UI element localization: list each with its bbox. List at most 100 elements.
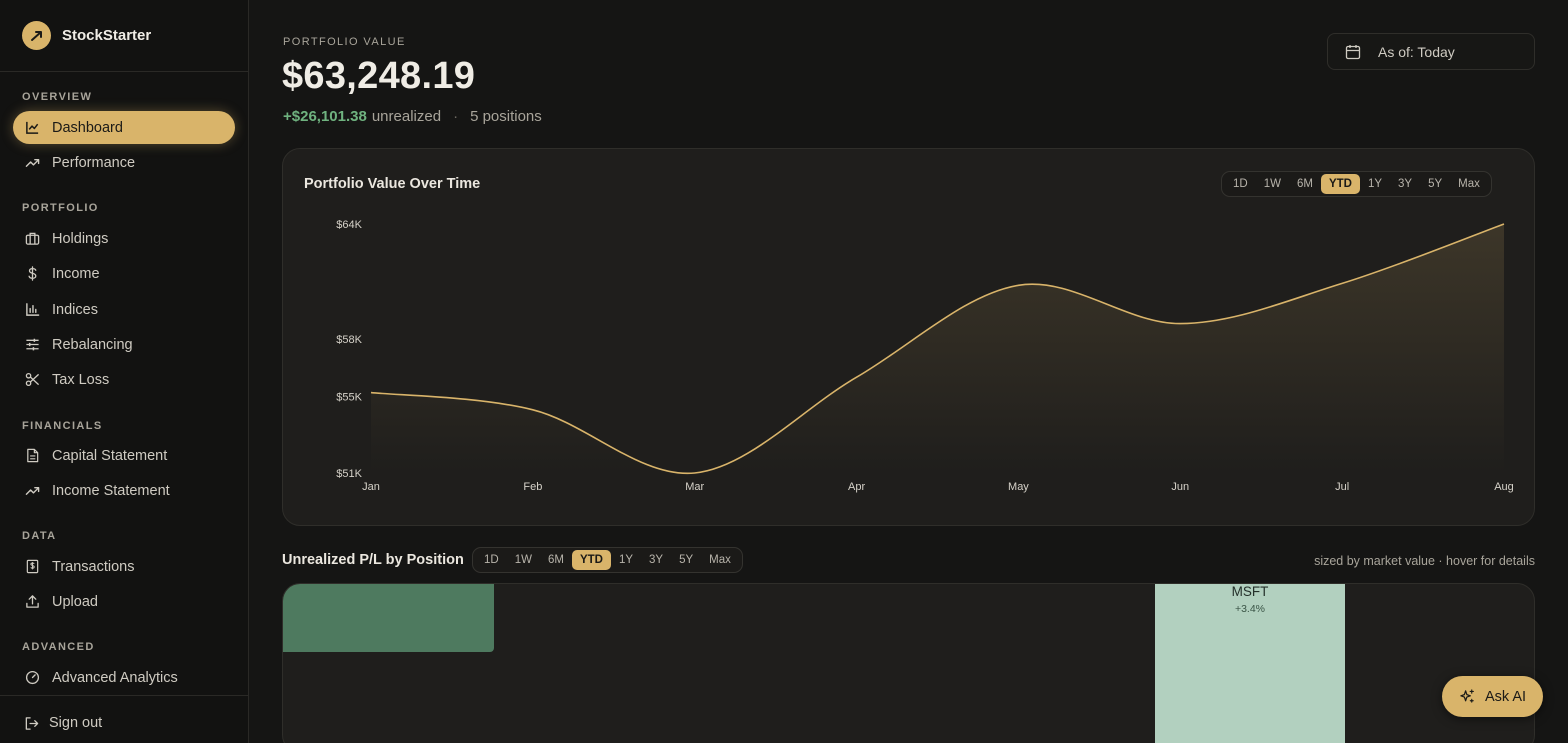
pl-section-title: Unrealized P/L by Position <box>282 552 464 568</box>
trending-up-icon <box>24 483 40 499</box>
x-tick-label: Aug <box>1494 481 1514 493</box>
pl-range-button-6m[interactable]: 6M <box>540 550 572 570</box>
tile-change: +3.4% <box>1234 603 1266 615</box>
sidebar: StockStarter OVERVIEW Dashboard Performa… <box>0 0 249 743</box>
chart-point-jul[interactable] <box>1336 277 1348 289</box>
pl-range-button-max[interactable]: Max <box>701 550 739 570</box>
main-content: PORTFOLIO VALUE $63,248.19 +$26,101.38 u… <box>249 0 1568 743</box>
sidebar-item-rebalancing[interactable]: Rebalancing <box>13 328 235 361</box>
y-tick-label: $58K <box>336 334 362 346</box>
positions-count: 5 positions <box>470 108 542 125</box>
sidebar-item-tax-loss[interactable]: Tax Loss <box>13 363 235 396</box>
x-tick-label: Mar <box>685 481 704 493</box>
sign-out-icon <box>24 716 39 731</box>
ask-ai-button[interactable]: Ask AI <box>1442 676 1543 717</box>
sidebar-footer: Sign out <box>0 695 248 743</box>
portfolio-value-chart[interactable]: $51K $55K $58K $64K Jan Feb Mar Apr May Jun Jul Aug <box>283 149 1536 527</box>
line-chart-icon <box>24 120 40 136</box>
x-tick-label: Jan <box>362 481 380 493</box>
as-of-label: As of: Today <box>1378 43 1455 60</box>
chart-area-fill <box>371 224 1504 474</box>
separator-dot: · <box>453 108 459 125</box>
sidebar-item-label: Income <box>52 265 100 282</box>
sparkles-icon <box>1459 688 1476 705</box>
sidebar-item-income-statement[interactable]: Income Statement <box>13 474 235 507</box>
sidebar-item-upload[interactable]: Upload <box>13 585 235 618</box>
pl-range-button-1d[interactable]: 1D <box>476 550 507 570</box>
pl-range-button-5y[interactable]: 5Y <box>671 550 701 570</box>
x-tick-label: Apr <box>848 481 865 493</box>
treemap-tile-msft[interactable]: MSFT +3.4% <box>1155 584 1345 743</box>
portfolio-value-chart-card: Portfolio Value Over Time 1D 1W 6M YTD 1Y 3Y 5… <box>282 148 1535 526</box>
pl-range-button-1w[interactable]: 1W <box>507 550 540 570</box>
sidebar-item-label: Income Statement <box>52 482 170 499</box>
sidebar-item-label: Tax Loss <box>52 371 110 388</box>
x-tick-label: May <box>1008 481 1029 493</box>
pl-range-selector: 1D 1W 6M YTD 1Y 3Y 5Y Max <box>472 547 743 573</box>
unrealized-gain: +$26,101.38 <box>283 108 367 125</box>
section-label-advanced: ADVANCED <box>22 641 95 653</box>
scissors-icon <box>24 372 40 388</box>
sidebar-item-label: Advanced Analytics <box>52 669 178 686</box>
bar-chart-icon <box>24 302 40 318</box>
sign-out-button[interactable]: Sign out <box>24 715 102 731</box>
sidebar-item-label: Transactions <box>52 558 135 575</box>
app-root: StockStarter OVERVIEW Dashboard Performa… <box>0 0 1568 743</box>
sidebar-item-holdings[interactable]: Holdings <box>13 222 235 255</box>
chart-point-may[interactable] <box>1012 279 1024 291</box>
y-tick-label: $64K <box>336 219 362 231</box>
brand[interactable]: StockStarter <box>0 0 248 72</box>
trending-up-icon <box>24 155 40 171</box>
treemap-note: sized by market value · hover for detail… <box>1314 554 1535 568</box>
tile-ticker: MSFT <box>1231 584 1269 599</box>
pl-range-button-ytd[interactable]: YTD <box>571 550 611 570</box>
sliders-icon <box>24 337 40 353</box>
chart-point-mar[interactable] <box>689 467 701 479</box>
sidebar-item-label: Capital Statement <box>52 447 168 464</box>
sidebar-item-dashboard[interactable]: Dashboard <box>13 111 235 144</box>
section-label-overview: OVERVIEW <box>22 91 93 103</box>
section-label-financials: FINANCIALS <box>22 420 103 432</box>
sidebar-item-capital-statement[interactable]: Capital Statement <box>13 439 235 472</box>
unrealized-label: unrealized <box>371 108 442 125</box>
sidebar-item-transactions[interactable]: Transactions <box>13 550 235 583</box>
sidebar-item-label: Rebalancing <box>52 336 133 353</box>
brand-name: StockStarter <box>62 27 152 44</box>
document-icon <box>24 448 40 464</box>
sidebar-item-label: Performance <box>52 154 136 171</box>
chart-point-feb[interactable] <box>527 404 539 416</box>
x-tick-label: Feb <box>523 481 542 493</box>
portfolio-summary: +$26,101.38 unrealized · 5 positions <box>283 108 542 125</box>
pl-treemap: MSFT +3.4% <box>282 583 1535 743</box>
x-tick-label: Jun <box>1171 481 1189 493</box>
chart-point-apr[interactable] <box>851 371 863 383</box>
y-tick-label: $55K <box>336 391 362 403</box>
sidebar-item-income[interactable]: Income <box>13 257 235 290</box>
chart-point-jan[interactable] <box>365 387 377 399</box>
pl-range-button-3y[interactable]: 3Y <box>641 550 671 570</box>
pl-range-button-1y[interactable]: 1Y <box>611 550 641 570</box>
trending-up-logo-icon <box>22 21 51 50</box>
gauge-icon <box>24 670 40 686</box>
chart-point-jun[interactable] <box>1174 318 1186 330</box>
section-label-data: DATA <box>22 530 57 542</box>
calendar-icon <box>1345 44 1361 60</box>
x-tick-label: Jul <box>1335 481 1349 493</box>
dollar-icon <box>24 266 40 282</box>
sidebar-item-label: Holdings <box>52 230 109 247</box>
ask-ai-label: Ask AI <box>1484 688 1527 705</box>
sidebar-item-advanced-analytics[interactable]: Advanced Analytics <box>13 661 235 694</box>
sidebar-item-label: Upload <box>52 593 98 610</box>
portfolio-value-label: PORTFOLIO VALUE <box>283 36 406 48</box>
section-label-portfolio: PORTFOLIO <box>22 202 99 214</box>
as-of-date-picker[interactable]: As of: Today <box>1327 33 1535 70</box>
receipt-icon <box>24 559 40 575</box>
chart-point-aug[interactable] <box>1498 218 1510 230</box>
sign-out-label: Sign out <box>49 715 103 731</box>
sidebar-item-performance[interactable]: Performance <box>13 146 235 179</box>
sidebar-item-indices[interactable]: Indices <box>13 293 235 326</box>
sidebar-item-label: Dashboard <box>52 119 123 136</box>
briefcase-icon <box>24 231 40 247</box>
sidebar-item-label: Indices <box>52 301 98 318</box>
treemap-tile[interactable] <box>283 584 494 652</box>
